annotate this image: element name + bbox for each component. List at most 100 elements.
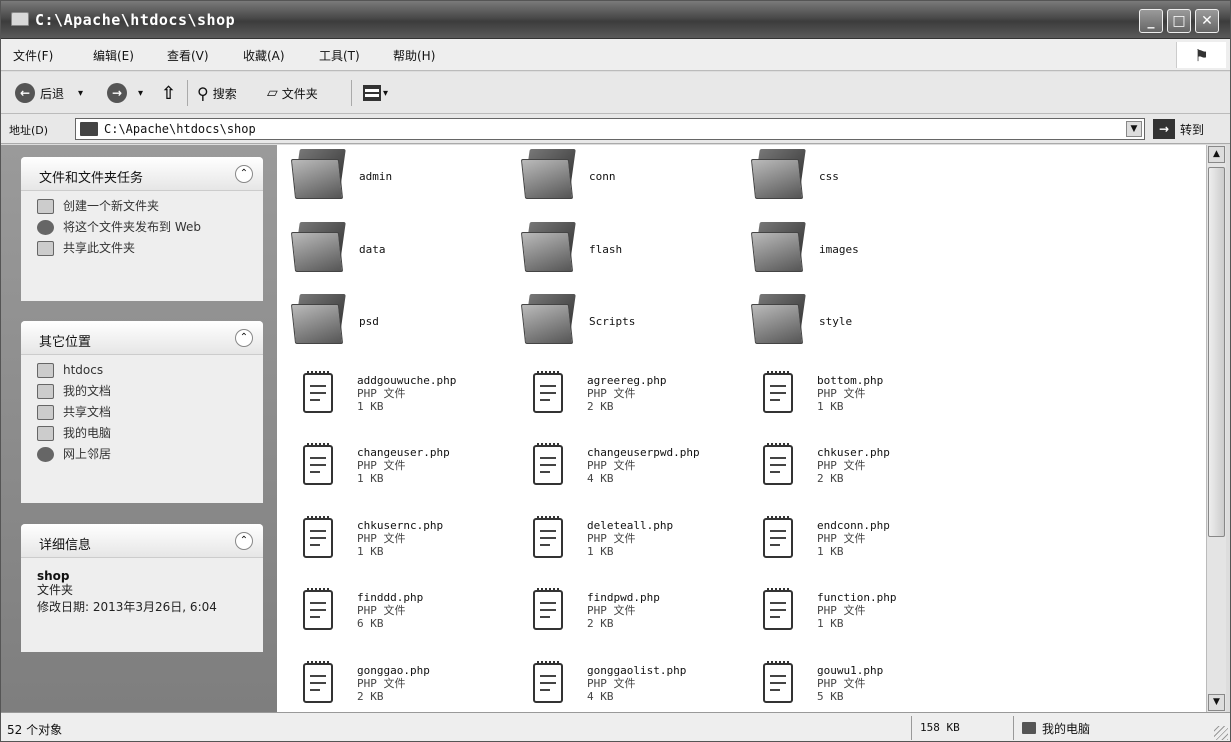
folder-item[interactable]: data bbox=[283, 218, 513, 288]
folder-item[interactable]: images bbox=[743, 218, 973, 288]
panel-header[interactable]: 其它位置 ⌃ bbox=[21, 321, 263, 355]
file-size: 1 KB bbox=[817, 399, 844, 413]
menu-bar: 文件(F) 编辑(E) 查看(V) 收藏(A) 工具(T) 帮助(H) ⚑ bbox=[1, 39, 1230, 71]
close-button[interactable]: ✕ bbox=[1195, 9, 1219, 33]
php-file-icon bbox=[763, 660, 793, 703]
file-type: PHP 文件 bbox=[357, 459, 406, 472]
php-file-icon bbox=[303, 370, 333, 413]
file-item[interactable]: changeuser.php PHP 文件 1 KB bbox=[283, 437, 513, 507]
forward-button[interactable]: → ▾ bbox=[107, 81, 143, 105]
details-type: 文件夹 bbox=[37, 583, 74, 597]
chevron-down-icon: ▾ bbox=[383, 87, 389, 99]
task-pane: 文件和文件夹任务 ⌃ 创建一个新文件夹 将这个文件夹发布到 Web 共享此文件夹 bbox=[1, 145, 277, 712]
file-item[interactable]: gonggaolist.php PHP 文件 4 KB bbox=[513, 655, 743, 713]
up-button[interactable]: ⇧ bbox=[161, 81, 176, 105]
menu-view[interactable]: 查看(V) bbox=[167, 47, 209, 64]
php-file-icon bbox=[533, 443, 563, 485]
task-publish-web[interactable]: 将这个文件夹发布到 Web bbox=[37, 220, 249, 235]
task-share-folder[interactable]: 共享此文件夹 bbox=[37, 241, 249, 256]
maximize-button[interactable]: □ bbox=[1167, 9, 1191, 33]
vertical-scrollbar[interactable]: ▲ ▼ bbox=[1206, 145, 1226, 712]
folder-item[interactable]: Scripts bbox=[513, 290, 743, 360]
title-bar[interactable]: C:\Apache\htdocs\shop _ □ ✕ bbox=[1, 1, 1230, 39]
file-item[interactable]: function.php PHP 文件 1 KB bbox=[743, 582, 973, 652]
file-item[interactable]: changeuserpwd.php PHP 文件 4 KB bbox=[513, 437, 743, 507]
folders-label: 文件夹 bbox=[281, 86, 318, 101]
menu-file[interactable]: 文件(F) bbox=[13, 47, 53, 64]
go-arrow-icon: → bbox=[1153, 119, 1175, 139]
file-item[interactable]: endconn.php PHP 文件 1 KB bbox=[743, 510, 973, 580]
file-item[interactable]: gonggao.php PHP 文件 2 KB bbox=[283, 655, 513, 713]
collapse-icon[interactable]: ⌃ bbox=[235, 165, 253, 183]
file-item[interactable]: findpwd.php PHP 文件 2 KB bbox=[513, 582, 743, 652]
menu-favorites[interactable]: 收藏(A) bbox=[243, 47, 285, 64]
file-name: chkusernc.php bbox=[357, 518, 444, 532]
file-item[interactable]: addgouwuche.php PHP 文件 1 KB bbox=[283, 365, 513, 435]
collapse-icon[interactable]: ⌃ bbox=[235, 329, 253, 347]
php-file-icon bbox=[303, 515, 333, 558]
file-item[interactable]: gouwu1.php PHP 文件 5 KB bbox=[743, 655, 973, 713]
file-type: PHP 文件 bbox=[587, 531, 636, 545]
php-file-icon bbox=[533, 660, 563, 703]
menu-edit[interactable]: 编辑(E) bbox=[93, 47, 134, 64]
go-button[interactable]: → 转到 bbox=[1153, 119, 1204, 139]
task-label: 创建一个新文件夹 bbox=[63, 199, 160, 213]
folder-item[interactable]: admin bbox=[283, 145, 513, 215]
search-button[interactable]: ⚲ 搜索 bbox=[197, 81, 237, 105]
scroll-up-icon[interactable]: ▲ bbox=[1208, 146, 1225, 163]
folder-item[interactable]: css bbox=[743, 145, 973, 215]
place-htdocs[interactable]: htdocs bbox=[37, 363, 249, 378]
search-label: 搜索 bbox=[212, 86, 237, 101]
back-button[interactable]: ← 后退 ▾ bbox=[15, 81, 83, 105]
back-arrow-icon: ← bbox=[15, 83, 35, 103]
file-item[interactable]: finddd.php PHP 文件 6 KB bbox=[283, 582, 513, 652]
scroll-thumb[interactable] bbox=[1208, 167, 1225, 537]
details-panel: 详细信息 ⌃ shop 文件夹 修改日期: 2013年3月26日, 6:04 bbox=[21, 524, 263, 652]
file-size: 4 KB bbox=[587, 689, 614, 703]
folders-button[interactable]: ▱ 文件夹 bbox=[267, 81, 318, 105]
folder-icon bbox=[11, 12, 29, 26]
address-input[interactable]: C:\Apache\htdocs\shop ▼ bbox=[75, 118, 1145, 140]
chevron-down-icon[interactable]: ▼ bbox=[1126, 121, 1142, 137]
file-size: 6 KB bbox=[357, 617, 384, 630]
collapse-icon[interactable]: ⌃ bbox=[235, 532, 253, 550]
panel-header[interactable]: 文件和文件夹任务 ⌃ bbox=[21, 157, 263, 191]
file-item[interactable]: chkusernc.php PHP 文件 1 KB bbox=[283, 510, 513, 580]
file-size: 1 KB bbox=[357, 544, 384, 558]
file-item[interactable]: bottom.php PHP 文件 1 KB bbox=[743, 365, 973, 435]
scroll-down-icon[interactable]: ▼ bbox=[1208, 694, 1225, 711]
file-item[interactable]: deleteall.php PHP 文件 1 KB bbox=[513, 510, 743, 580]
folder-item[interactable]: psd bbox=[283, 290, 513, 360]
file-item[interactable]: chkuser.php PHP 文件 2 KB bbox=[743, 437, 973, 507]
menu-help[interactable]: 帮助(H) bbox=[393, 47, 435, 64]
file-size: 1 KB bbox=[357, 399, 384, 413]
file-size: 2 KB bbox=[587, 399, 614, 413]
file-type: PHP 文件 bbox=[817, 531, 866, 545]
place-shared-documents[interactable]: 共享文档 bbox=[37, 405, 249, 420]
chevron-down-icon[interactable]: ▾ bbox=[138, 88, 143, 99]
address-path: C:\Apache\htdocs\shop bbox=[104, 122, 256, 136]
computer-icon bbox=[37, 426, 54, 441]
resize-grip[interactable] bbox=[1214, 726, 1228, 740]
menu-tools[interactable]: 工具(T) bbox=[319, 47, 360, 64]
place-my-documents[interactable]: 我的文档 bbox=[37, 384, 249, 399]
folder-item[interactable]: flash bbox=[513, 218, 743, 288]
place-label: 我的文档 bbox=[63, 384, 112, 398]
file-item[interactable]: agreereg.php PHP 文件 2 KB bbox=[513, 365, 743, 435]
views-button[interactable]: ▾ bbox=[363, 81, 388, 105]
other-places-panel: 其它位置 ⌃ htdocs 我的文档 共享文档 我的电脑 网上邻居 bbox=[21, 321, 263, 503]
total-size: 158 KB bbox=[911, 716, 1011, 740]
folder-item[interactable]: style bbox=[743, 290, 973, 360]
place-network[interactable]: 网上邻居 bbox=[37, 447, 249, 462]
toolbar-divider bbox=[187, 80, 188, 106]
php-file-icon bbox=[303, 660, 333, 703]
folder-item[interactable]: conn bbox=[513, 145, 743, 215]
chevron-down-icon[interactable]: ▾ bbox=[78, 88, 83, 99]
panel-header[interactable]: 详细信息 ⌃ bbox=[21, 524, 263, 558]
file-size: 2 KB bbox=[357, 689, 384, 703]
place-my-computer[interactable]: 我的电脑 bbox=[37, 426, 249, 441]
task-new-folder[interactable]: 创建一个新文件夹 bbox=[37, 199, 249, 214]
explorer-window: C:\Apache\htdocs\shop _ □ ✕ 文件(F) 编辑(E) … bbox=[0, 0, 1231, 742]
minimize-button[interactable]: _ bbox=[1139, 9, 1163, 33]
folder-name: data bbox=[359, 242, 386, 256]
